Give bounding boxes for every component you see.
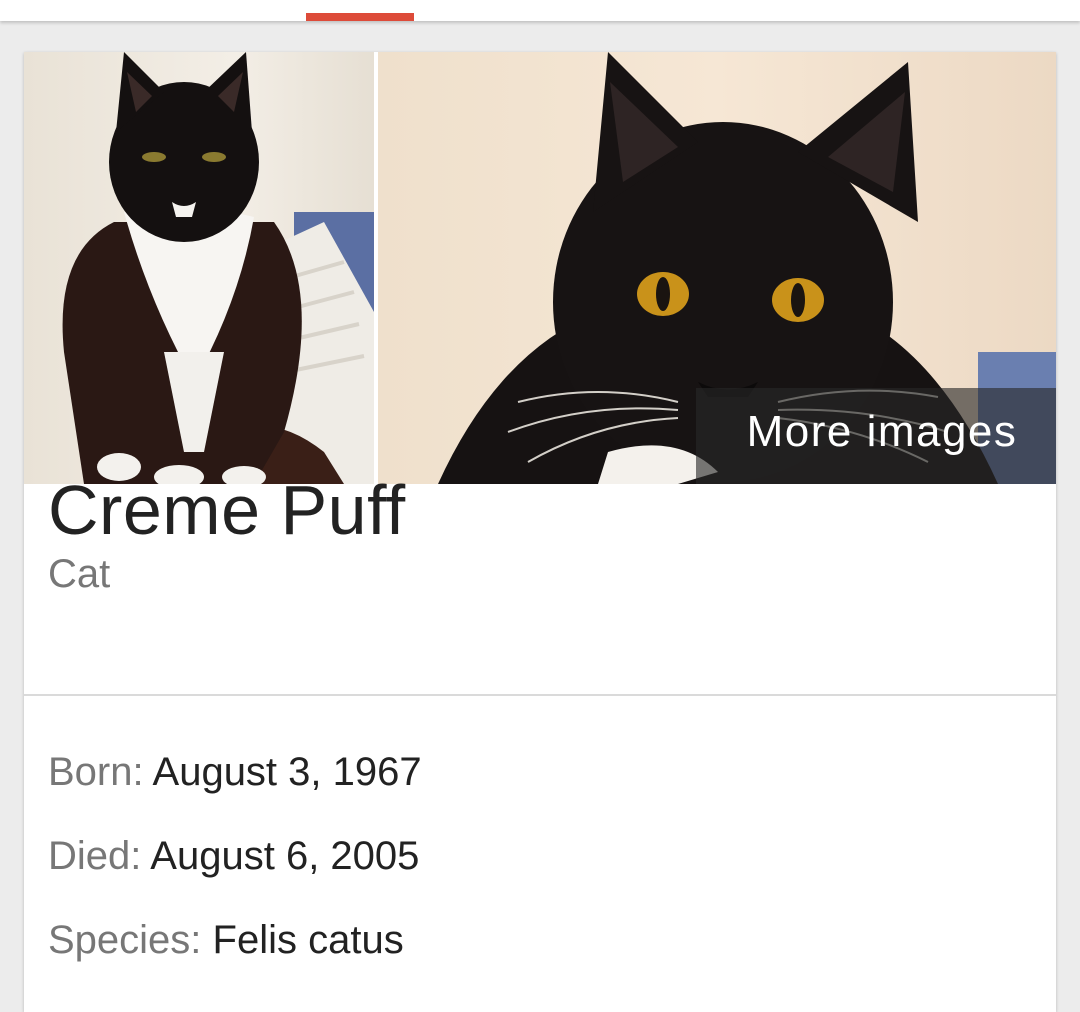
- top-app-bar: [0, 0, 1080, 21]
- more-images-button[interactable]: More images: [696, 388, 1056, 484]
- fact-species: Species: Felis catus: [48, 916, 404, 964]
- fact-died: Died: August 6, 2005: [48, 832, 419, 880]
- fact-label: Species:: [48, 918, 202, 962]
- fact-born: Born: August 3, 1967: [48, 748, 422, 796]
- fact-label: Born:: [48, 750, 144, 794]
- fact-value[interactable]: August 3, 1967: [153, 750, 422, 794]
- entity-title: Creme Puff: [48, 471, 406, 549]
- section-divider: [24, 694, 1056, 696]
- fact-value[interactable]: August 6, 2005: [150, 834, 419, 878]
- fact-value[interactable]: Felis catus: [213, 918, 404, 962]
- entity-type: Cat: [48, 552, 111, 596]
- cat-photo-closeup[interactable]: More images: [378, 52, 1056, 484]
- cat-photo-sitting[interactable]: [24, 52, 374, 484]
- fact-label: Died:: [48, 834, 142, 878]
- active-tab-indicator: [306, 13, 414, 21]
- image-strip[interactable]: More images: [24, 52, 1056, 484]
